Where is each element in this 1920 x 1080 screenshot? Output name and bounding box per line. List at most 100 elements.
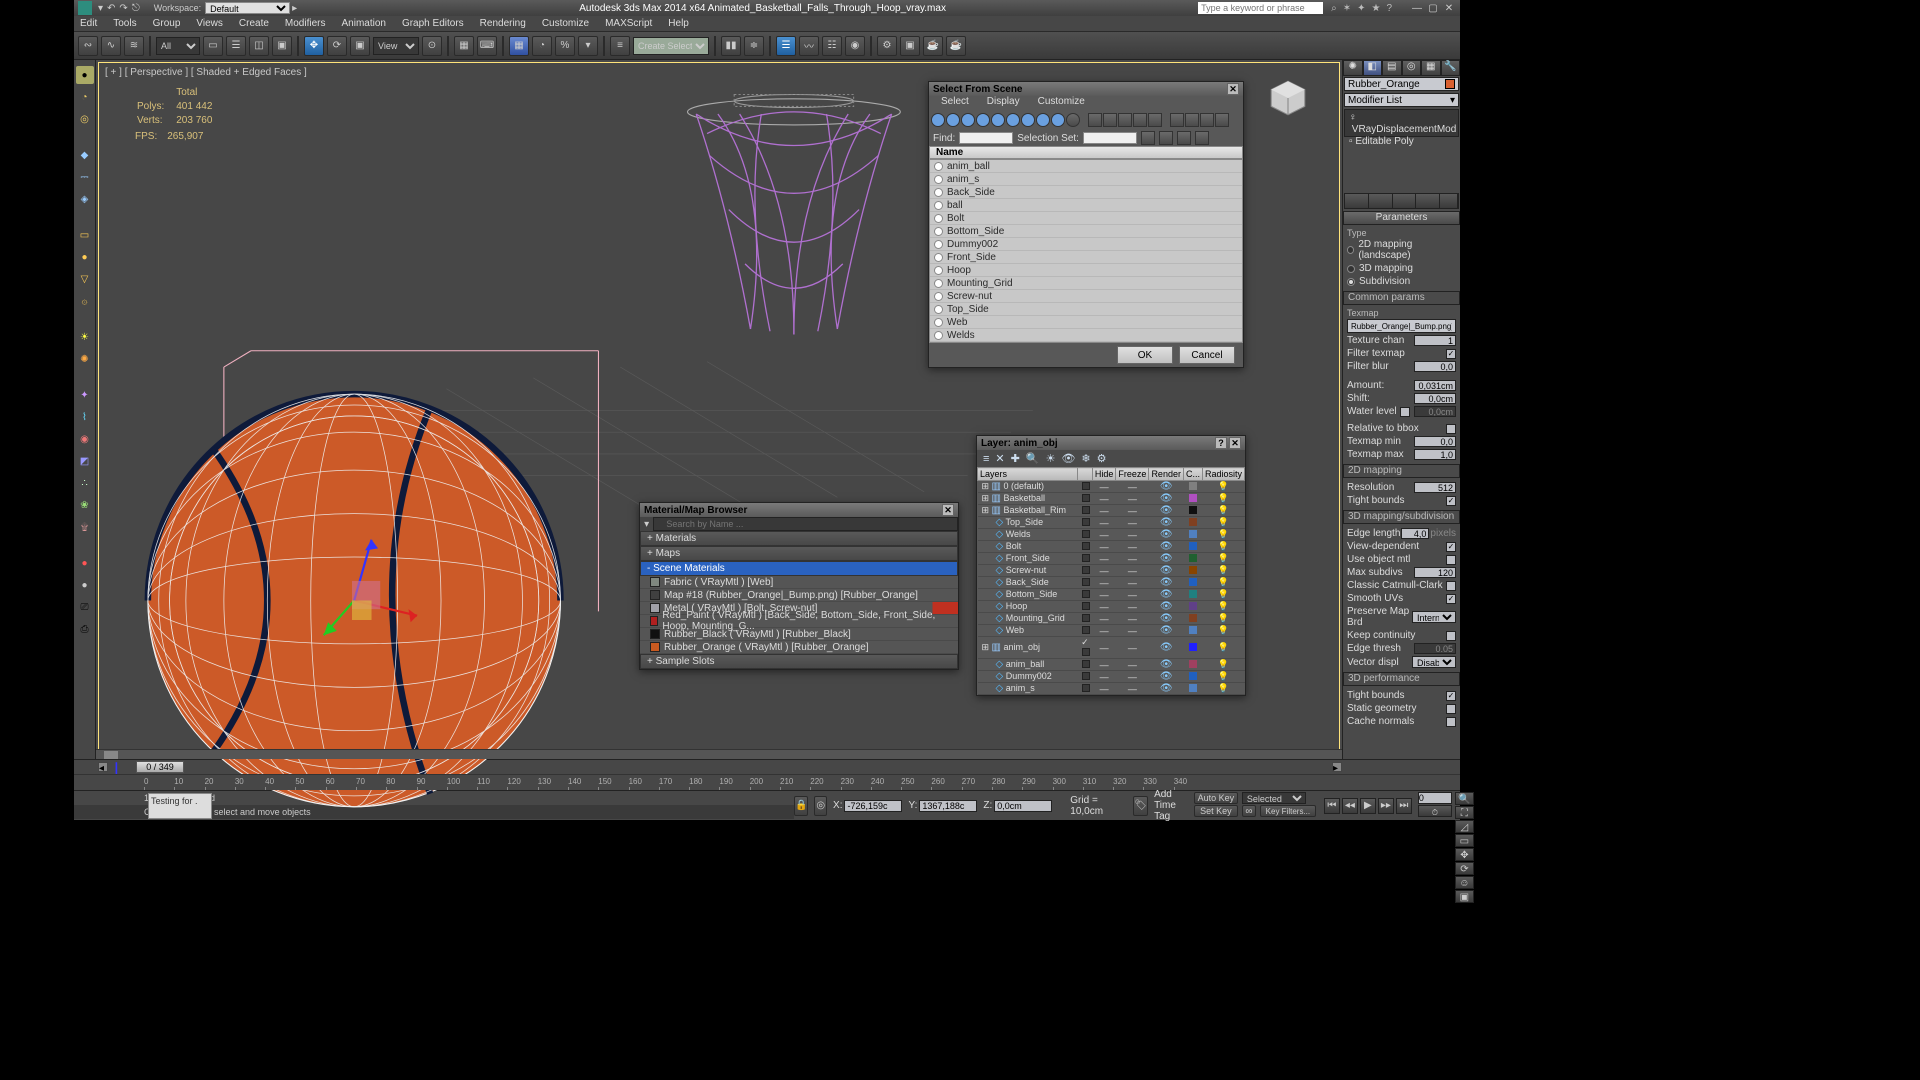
menu-animation[interactable]: Animation [341, 18, 385, 29]
warp-icon[interactable]: ✦ [76, 386, 94, 404]
minimize-button[interactable]: — [1410, 3, 1424, 14]
sphere-yellow-icon[interactable]: ● [76, 66, 94, 84]
list-item[interactable]: anim_ball [930, 160, 1242, 173]
shift-input[interactable] [1414, 393, 1456, 404]
sect-materials[interactable]: + Materials [640, 531, 958, 546]
list-item[interactable]: Hoop [930, 264, 1242, 277]
list-item[interactable]: Bolt [930, 212, 1242, 225]
close-icon[interactable]: ✕ [942, 504, 954, 516]
scene-list[interactable]: anim_ballanim_sBack_SideballBoltBottom_S… [929, 159, 1243, 343]
layer-row[interactable]: ⊞ ▥ Basketball——👁💡 [978, 493, 1245, 505]
texmap-button[interactable]: Rubber_Orange|_Bump.png) [1347, 319, 1456, 333]
layer-row[interactable]: ◇ Bolt——👁💡 [978, 541, 1245, 553]
list-item[interactable]: Front_Side [930, 251, 1242, 264]
tab-display[interactable]: ▦ [1421, 60, 1441, 76]
tex-chan-input[interactable] [1414, 335, 1456, 346]
list-item[interactable]: Mounting_Grid [930, 277, 1242, 290]
sect-maps[interactable]: + Maps [640, 546, 958, 561]
material-map-browser[interactable]: Material/Map Browser✕ ▾ + Materials + Ma… [639, 502, 959, 670]
max-toggle-icon[interactable]: ▣ [1455, 890, 1474, 903]
material-row[interactable]: Map #18 (Rubber_Orange|_Bump.png) [Rubbe… [640, 589, 958, 602]
smooth-check[interactable] [1446, 594, 1456, 604]
layer-row[interactable]: ◇ Mounting_Grid——👁💡 [978, 613, 1245, 625]
menu-help[interactable]: Help [668, 18, 689, 29]
pan-icon[interactable]: ✥ [1455, 848, 1474, 861]
sect-scene[interactable]: - Scene Materials [640, 561, 958, 576]
maxsub-input[interactable] [1414, 567, 1456, 578]
menu-maxscript[interactable]: MAXScript [605, 18, 652, 29]
left-toolbar[interactable]: ● ◔ ◎ ◆ ⎓ ◈ ▭ ● ▽ ۞ ☀ ✺ ✦ ⌇ ◉ ◩ ∴ ❀ ۩ ● … [74, 60, 96, 759]
layer-row[interactable]: ⊞ ▥ 0 (default)——👁💡 [978, 481, 1245, 493]
type-subdiv[interactable]: Subdivision [1347, 275, 1456, 288]
edgethr-input[interactable] [1414, 643, 1456, 654]
vector-select[interactable]: Disabled [1412, 656, 1456, 668]
layer-row[interactable]: ◇ Screw-nut——👁💡 [978, 565, 1245, 577]
layer-row[interactable]: ◇ anim_ball——👁💡 [978, 659, 1245, 671]
cmd-tabs[interactable]: ✺◧▤◎▦🔧 [1343, 60, 1460, 76]
ref-coord[interactable]: View [373, 37, 419, 55]
tab-modify[interactable]: ◧ [1363, 60, 1383, 76]
new-layer-icon[interactable]: ≡ [983, 453, 989, 465]
scale-icon[interactable]: ▣ [350, 36, 370, 56]
render-setup-icon[interactable]: ⚙ [877, 36, 897, 56]
light-sun-icon[interactable]: ☀ [76, 328, 94, 346]
type-2d[interactable]: 2D mapping (landscape) [1347, 238, 1456, 262]
filter-blur-input[interactable] [1414, 361, 1456, 372]
timeline-lower-scroll[interactable] [96, 749, 1342, 759]
infocenter-icons[interactable]: ⌕✶✦★? [1331, 3, 1392, 14]
layer-row[interactable]: ◇ Welds——👁💡 [978, 529, 1245, 541]
layer-row[interactable]: ◇ anim_s——👁💡 [978, 683, 1245, 695]
keyboard-shortcut-icon[interactable]: ⌨ [477, 36, 497, 56]
layer-row[interactable]: ◇ Web——👁💡 [978, 625, 1245, 637]
quick-access[interactable]: ▾↶↷⎋ [98, 3, 144, 14]
time-config-icon[interactable]: ⏱ [1418, 805, 1452, 817]
toolbar-icon-b[interactable]: ⎙ [76, 620, 94, 638]
list-item[interactable]: Bottom_Side [930, 225, 1242, 238]
named-sel-set[interactable]: Create Selection Se [633, 37, 709, 55]
menu-edit[interactable]: Edit [80, 18, 97, 29]
list-item[interactable]: ball [930, 199, 1242, 212]
select-from-scene-dialog[interactable]: Select From Scene✕ SelectDisplayCustomiz… [928, 81, 1244, 368]
object-name[interactable]: Rubber_Orange [1344, 77, 1459, 91]
layer-toolbar[interactable]: ≡✕✚🔍☀👁❄⚙ [977, 450, 1245, 467]
helper2-icon[interactable]: ◈ [76, 190, 94, 208]
light-omni-icon[interactable]: ✺ [76, 350, 94, 368]
browser-menu-icon[interactable]: ▾ [640, 519, 653, 530]
list-item[interactable]: Top_Side [930, 303, 1242, 316]
freeze-icon[interactable]: ❄ [1081, 452, 1090, 465]
helper-icon[interactable]: ◆ [76, 146, 94, 164]
gray-ball-icon[interactable]: ● [76, 576, 94, 594]
filter-toolbar[interactable] [929, 110, 1243, 130]
spinner-snap-icon[interactable]: ▾ [578, 36, 598, 56]
align-icon[interactable]: ≑ [744, 36, 764, 56]
layer-row[interactable]: ◇ Dummy002——👁💡 [978, 671, 1245, 683]
material-search-input[interactable] [653, 517, 958, 531]
cache-check[interactable] [1446, 717, 1456, 727]
stack-buttons[interactable] [1344, 193, 1459, 209]
system-icon[interactable]: ◩ [76, 452, 94, 470]
rollout-params[interactable]: Parameters [1343, 211, 1460, 225]
help-icon[interactable]: ? [1215, 437, 1227, 449]
select-icon[interactable]: ▭ [203, 36, 223, 56]
zoom-region-icon[interactable]: ▭ [1455, 834, 1474, 847]
selset-input[interactable] [1083, 132, 1137, 144]
link-icon[interactable]: ∾ [78, 36, 98, 56]
object-color-swatch[interactable] [1445, 79, 1455, 89]
water-check[interactable] [1400, 407, 1410, 417]
spline-icon[interactable]: ⌇ [76, 408, 94, 426]
close-button[interactable]: ✕ [1442, 3, 1456, 14]
viewport-nav[interactable]: 🔍⛶◿▭ ✥⟳☺▣ [1454, 791, 1475, 820]
mirror-icon[interactable]: ▮▮ [721, 36, 741, 56]
layer-row[interactable]: ◇ Hoop——👁💡 [978, 601, 1245, 613]
tab-motion[interactable]: ◎ [1402, 60, 1422, 76]
material-row[interactable]: Rubber_Orange ( VRayMtl ) [Rubber_Orange… [640, 641, 958, 654]
static-check[interactable] [1446, 704, 1456, 714]
preserve-select[interactable]: Intern [1412, 611, 1456, 623]
rel-bbox-check[interactable] [1446, 424, 1456, 434]
foliage-icon[interactable]: ❀ [76, 496, 94, 514]
edge-input[interactable] [1401, 528, 1429, 539]
list-item[interactable]: anim_s [930, 173, 1242, 186]
tab-utilities[interactable]: 🔧 [1441, 60, 1461, 76]
menu-customize[interactable]: Customize [542, 18, 589, 29]
filter-texmap-check[interactable] [1446, 349, 1456, 359]
